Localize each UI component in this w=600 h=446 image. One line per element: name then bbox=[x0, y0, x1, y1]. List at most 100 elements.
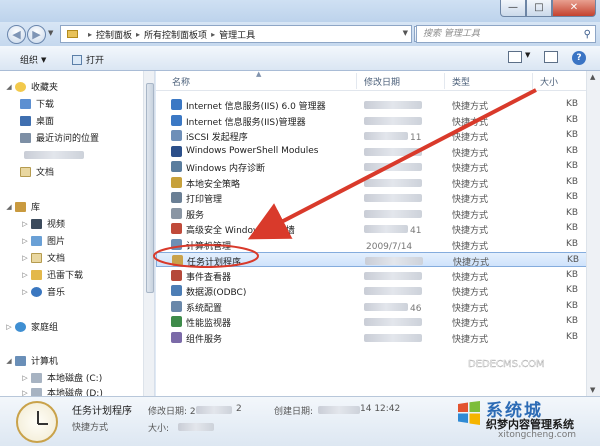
table-row[interactable]: 事件查看器 快捷方式 KB bbox=[156, 268, 596, 283]
nav-label: 音乐 bbox=[47, 288, 66, 298]
scroll-down-icon[interactable]: ▼ bbox=[590, 386, 595, 394]
nav-downloads[interactable]: 下载 bbox=[20, 96, 54, 111]
windows-logo-icon bbox=[458, 401, 480, 425]
table-row[interactable]: Internet 信息服务(IIS) 6.0 管理器 快捷方式 KB bbox=[156, 97, 596, 112]
window-controls: — □ ✕ bbox=[500, 0, 596, 17]
nav-music[interactable]: ▷ 音乐 bbox=[20, 284, 65, 299]
file-size: KB bbox=[566, 269, 579, 280]
nav-local-c[interactable]: ▷ 本地磁盘 (C:) bbox=[20, 370, 102, 385]
nav-scroll-thumb[interactable] bbox=[146, 83, 154, 293]
close-button[interactable]: ✕ bbox=[552, 0, 596, 17]
table-row[interactable]: Windows 内存诊断 快捷方式 KB bbox=[156, 159, 596, 174]
nav-videos[interactable]: ▷ 视频 bbox=[20, 216, 65, 231]
file-type: 快捷方式 bbox=[452, 195, 489, 205]
breadcrumb-admin-tools[interactable]: 管理工具 bbox=[219, 28, 255, 41]
breadcrumb-control-panel[interactable]: 控制面板 bbox=[96, 28, 132, 41]
preview-pane-button[interactable] bbox=[544, 51, 558, 63]
shortcut-icon bbox=[171, 145, 182, 157]
file-name: 打印管理 bbox=[186, 195, 223, 205]
nav-local-d[interactable]: ▷ 本地磁盘 (D:) bbox=[20, 385, 103, 396]
nav-recent[interactable]: 最近访问的位置 bbox=[20, 130, 99, 145]
column-divider[interactable] bbox=[356, 73, 357, 89]
column-size[interactable]: 大小 bbox=[540, 75, 558, 88]
scroll-up-icon[interactable]: ▲ bbox=[590, 73, 595, 81]
table-row[interactable]: 系统配置 46 快捷方式 KB bbox=[156, 299, 596, 314]
nav-label: 收藏夹 bbox=[31, 83, 59, 93]
column-date[interactable]: 修改日期 bbox=[364, 75, 400, 88]
table-row[interactable]: Windows PowerShell Modules 快捷方式 KB bbox=[156, 144, 596, 159]
nav-desktop[interactable]: 桌面 bbox=[20, 113, 54, 128]
nav-libraries[interactable]: ◢ 库 bbox=[4, 199, 40, 214]
nav-documents[interactable]: 文档 bbox=[20, 164, 54, 179]
table-row[interactable]: iSCSI 发起程序 11 快捷方式 KB bbox=[156, 128, 596, 143]
nav-scrollbar[interactable] bbox=[143, 71, 154, 396]
table-row[interactable]: 高级安全 Windows 防火墙 41 快捷方式 KB bbox=[156, 221, 596, 236]
redacted-text bbox=[364, 132, 408, 140]
task-scheduler-clock-icon bbox=[16, 401, 58, 443]
homegroup-icon bbox=[15, 321, 26, 332]
column-name[interactable]: 名称 bbox=[172, 75, 190, 88]
change-view-button[interactable]: ▼ bbox=[508, 51, 530, 63]
chevron-right-icon[interactable]: ▸ bbox=[211, 30, 215, 39]
file-type: 快捷方式 bbox=[452, 133, 489, 143]
file-date bbox=[364, 333, 424, 345]
expand-icon[interactable]: ▷ bbox=[20, 271, 30, 279]
table-row[interactable]: Internet 信息服务(IIS)管理器 快捷方式 KB bbox=[156, 113, 596, 128]
search-placeholder: 搜索 管理工具 bbox=[423, 29, 480, 39]
table-row[interactable]: 计算机管理2009/7/14 12:快捷方式KB bbox=[156, 237, 596, 262]
expand-icon[interactable]: ▷ bbox=[20, 220, 30, 228]
expand-icon[interactable]: ▷ bbox=[20, 374, 30, 382]
help-button[interactable]: ? bbox=[572, 51, 586, 65]
nav-redacted[interactable] bbox=[24, 147, 84, 162]
expand-icon[interactable]: ▷ bbox=[20, 389, 30, 397]
recent-pages-dropdown[interactable]: ▼ bbox=[48, 29, 53, 37]
table-row-selected[interactable]: 任务计划程序 快捷方式 KB bbox=[156, 252, 596, 268]
collapse-icon[interactable]: ◢ bbox=[4, 83, 14, 91]
table-row[interactable]: 本地安全策略 快捷方式 KB bbox=[156, 175, 596, 190]
address-bar[interactable]: ▸ 控制面板 ▸ 所有控制面板项 ▸ 管理工具 ▼ bbox=[60, 25, 412, 43]
forward-button[interactable]: ▶ bbox=[27, 25, 46, 44]
table-row[interactable]: 数据源(ODBC) 快捷方式 KB bbox=[156, 283, 596, 298]
chevron-right-icon: ▸ bbox=[88, 29, 93, 39]
expand-icon[interactable]: ▷ bbox=[4, 323, 14, 331]
table-row[interactable]: 服务 快捷方式 KB bbox=[156, 206, 596, 221]
column-type[interactable]: 类型 bbox=[452, 75, 470, 88]
collapse-icon[interactable]: ◢ bbox=[4, 203, 14, 211]
maximize-button[interactable]: □ bbox=[526, 0, 552, 17]
expand-icon[interactable]: ▷ bbox=[20, 254, 30, 262]
breadcrumb-all-items[interactable]: 所有控制面板项 bbox=[144, 28, 207, 41]
column-divider[interactable] bbox=[444, 73, 445, 89]
nav-documents-lib[interactable]: ▷ 文档 bbox=[20, 250, 65, 265]
shortcut-icon bbox=[171, 223, 182, 234]
table-row[interactable]: 组件服务 快捷方式 KB bbox=[156, 330, 596, 345]
expand-icon[interactable]: ▷ bbox=[20, 237, 30, 245]
nav-label: 图片 bbox=[47, 237, 66, 247]
content-scrollbar[interactable]: ▲ ▼ bbox=[586, 71, 600, 396]
modified-label: 修改日期: 2 bbox=[148, 407, 196, 417]
nav-homegroup[interactable]: ▷ 家庭组 bbox=[4, 319, 58, 334]
nav-pictures[interactable]: ▷ 图片 bbox=[20, 233, 65, 248]
shortcut-icon bbox=[171, 269, 182, 281]
minimize-button[interactable]: — bbox=[500, 0, 526, 17]
back-button[interactable]: ◀ bbox=[7, 25, 26, 44]
table-row[interactable]: 打印管理 快捷方式 KB bbox=[156, 190, 596, 205]
shortcut-icon bbox=[171, 114, 182, 126]
nav-favorites[interactable]: ◢ 收藏夹 bbox=[4, 79, 58, 94]
table-row[interactable]: 性能监视器 快捷方式 KB bbox=[156, 314, 596, 329]
redacted-text bbox=[364, 116, 422, 125]
organize-button[interactable]: 组织 ▼ bbox=[20, 53, 46, 67]
file-size: KB bbox=[566, 285, 579, 295]
column-divider[interactable] bbox=[532, 73, 533, 89]
file-type: 快捷方式 bbox=[452, 210, 489, 221]
file-type: 快捷方式 bbox=[452, 241, 489, 252]
file-date bbox=[364, 178, 424, 190]
open-button[interactable]: 打开 bbox=[72, 53, 104, 66]
nav-xunlei[interactable]: ▷ 迅雷下载 bbox=[20, 267, 83, 282]
chevron-right-icon[interactable]: ▸ bbox=[136, 30, 140, 39]
search-input[interactable]: 搜索 管理工具 ⚲ bbox=[416, 25, 596, 43]
address-dropdown-icon[interactable]: ▼ bbox=[403, 29, 408, 37]
file-date bbox=[365, 257, 425, 268]
expand-icon[interactable]: ▷ bbox=[20, 288, 30, 296]
collapse-icon[interactable]: ◢ bbox=[4, 357, 14, 365]
nav-computer[interactable]: ◢ 计算机 bbox=[4, 353, 58, 368]
